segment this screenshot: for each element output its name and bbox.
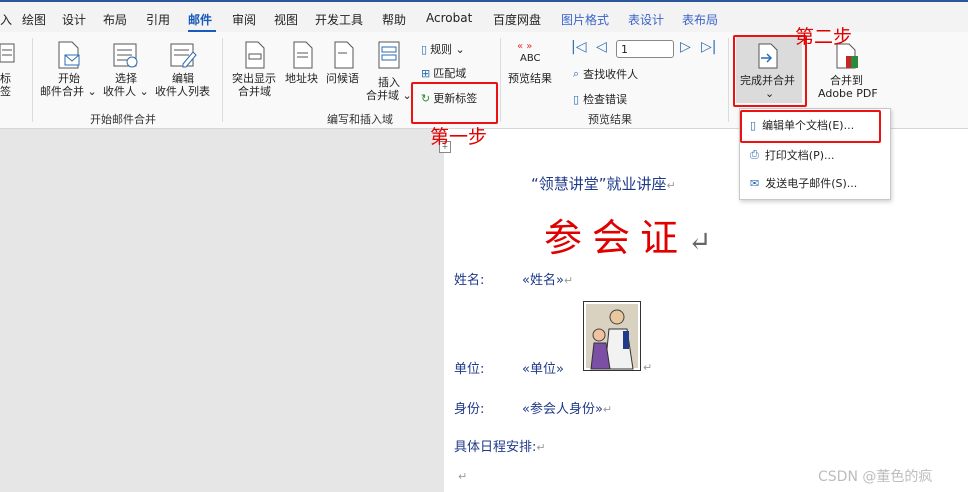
tab-insert[interactable]: 入 — [0, 11, 12, 28]
person-photo-image[interactable] — [583, 301, 641, 371]
document-title: 参会证↵ — [544, 216, 712, 260]
address-block-icon — [293, 41, 313, 69]
highlight-merge-fields-icon — [245, 41, 265, 69]
find-recipient-button[interactable]: ⌕ 查找收件人 — [573, 66, 638, 82]
identity-label: 身份: — [454, 402, 485, 417]
labels-button-label-2[interactable]: 签 — [0, 85, 11, 98]
check-errors-icon: ▯ — [573, 92, 580, 106]
insert-merge-field-label-2[interactable]: 合并域 ⌄ — [366, 89, 412, 102]
name-label: 姓名: — [454, 273, 485, 288]
step1-highlight-box — [411, 82, 498, 124]
highlight-merge-fields-label-2[interactable]: 合并域 — [238, 85, 271, 98]
step1-annotation: 第一步 — [430, 126, 488, 148]
tab-mailings[interactable]: 邮件 — [188, 11, 212, 28]
edit-individual-highlight-box — [740, 110, 881, 143]
group-separator — [32, 38, 33, 122]
tab-developer[interactable]: 开发工具 — [315, 11, 363, 28]
menu-item-print-documents[interactable]: ⎙ 打印文档(P)... — [750, 147, 835, 163]
next-record-icon[interactable]: ▷ — [680, 39, 691, 55]
select-recipients-icon — [113, 43, 138, 68]
labels-icon — [0, 43, 15, 63]
tab-picture-format[interactable]: 图片格式 — [561, 11, 609, 28]
greeting-line-icon — [334, 41, 354, 69]
edit-recipient-list-label-1[interactable]: 编辑 — [172, 72, 194, 85]
tab-references[interactable]: 引用 — [146, 11, 170, 28]
unit-merge-field[interactable]: «单位» — [522, 358, 564, 377]
last-record-icon[interactable]: ▷| — [701, 39, 716, 55]
name-merge-field[interactable]: «姓名»↵ — [522, 269, 573, 288]
tab-table-layout[interactable]: 表布局 — [682, 11, 718, 28]
insert-merge-field-icon — [378, 41, 400, 69]
group-separator — [500, 38, 501, 122]
tab-design[interactable]: 设计 — [62, 11, 86, 28]
select-recipients-label-2[interactable]: 收件人 ⌄ — [103, 85, 149, 98]
start-mail-merge-icon — [58, 41, 80, 69]
menu-item-send-email[interactable]: ✉ 发送电子邮件(S)... — [750, 175, 857, 191]
tab-draw[interactable]: 绘图 — [22, 11, 46, 28]
address-block-label[interactable]: 地址块 — [285, 72, 318, 85]
group-label-start-merge: 开始邮件合并 — [90, 113, 156, 126]
tab-view[interactable]: 视图 — [274, 11, 298, 28]
tab-acrobat[interactable]: Acrobat — [426, 11, 472, 25]
match-fields-icon: ⊞ — [421, 66, 431, 80]
merge-to-pdf-label-1[interactable]: 合并到 — [830, 74, 863, 87]
previous-record-icon[interactable]: ◁ — [596, 39, 607, 55]
group-label-preview: 预览结果 — [588, 113, 632, 126]
merge-to-pdf-label-2[interactable]: Adobe PDF — [818, 87, 878, 100]
labels-button-label-1[interactable]: 标 — [0, 72, 11, 85]
schedule-label: 具体日程安排:↵ — [454, 440, 546, 455]
step2-annotation: 第二步 — [795, 26, 853, 48]
select-recipients-label-1[interactable]: 选择 — [115, 72, 137, 85]
preview-results-button-label[interactable]: 预览结果 — [508, 72, 552, 85]
identity-merge-field[interactable]: «参会人身份»↵ — [522, 398, 612, 417]
highlight-merge-fields-label-1[interactable]: 突出显示 — [232, 72, 276, 85]
tab-table-design[interactable]: 表设计 — [628, 11, 664, 28]
first-record-icon[interactable]: |◁ — [571, 39, 586, 55]
unit-label: 单位: — [454, 362, 485, 377]
group-separator — [728, 38, 729, 122]
edit-recipient-list-label-2[interactable]: 收件人列表 — [155, 85, 210, 98]
tab-review[interactable]: 审阅 — [232, 11, 256, 28]
printer-icon: ⎙ — [750, 148, 759, 161]
find-recipient-icon: ⌕ — [573, 67, 580, 80]
preview-abc-text: ABC — [520, 53, 541, 64]
group-label-write-insert: 编写和插入域 — [327, 113, 393, 126]
tab-help[interactable]: 帮助 — [382, 11, 406, 28]
insert-merge-field-label-1[interactable]: 插入 — [378, 76, 400, 89]
rules-button[interactable]: ▯ 规则 ⌄ — [421, 41, 465, 57]
edit-recipient-list-icon — [170, 43, 197, 68]
watermark: CSDN @董色的疯 — [818, 469, 933, 485]
record-number-input[interactable]: 1 — [616, 40, 674, 58]
document-heading: “领慧讲堂”就业讲座↵ — [531, 175, 676, 193]
tab-layout[interactable]: 布局 — [103, 11, 127, 28]
group-separator — [222, 38, 223, 122]
envelope-icon: ✉ — [750, 176, 760, 190]
paragraph-mark: ↵ — [643, 361, 653, 374]
tab-baidu-netdisk[interactable]: 百度网盘 — [493, 11, 541, 28]
check-errors-button[interactable]: ▯ 检查错误 — [573, 91, 627, 107]
rules-icon: ▯ — [421, 42, 428, 56]
start-mail-merge-label-2[interactable]: 邮件合并 ⌄ — [40, 85, 97, 98]
greeting-line-label[interactable]: 问候语 — [326, 72, 359, 85]
match-fields-button[interactable]: ⊞ 匹配域 — [421, 65, 466, 81]
start-mail-merge-label-1[interactable]: 开始 — [58, 72, 80, 85]
paragraph-mark: ↵ — [458, 470, 468, 483]
